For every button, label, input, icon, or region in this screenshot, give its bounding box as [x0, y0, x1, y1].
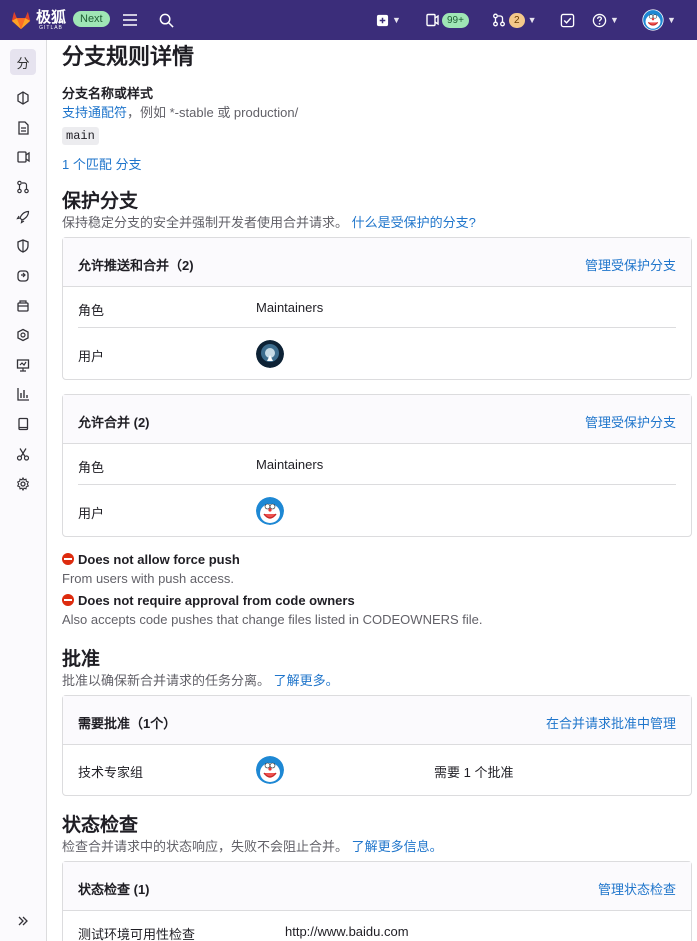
document-icon[interactable] [10, 115, 36, 141]
chevron-down-icon: ▼ [610, 15, 619, 25]
status-checks-learn-more-link[interactable]: 了解更多信息。 [352, 839, 443, 854]
codeowners-title: Does not require approval from code owne… [78, 593, 355, 608]
rocket-icon[interactable] [10, 204, 36, 230]
package-icon[interactable] [10, 293, 36, 319]
user-avatar[interactable] [256, 497, 284, 525]
expand-sidebar-icon[interactable] [10, 908, 36, 934]
protect-branch-heading: 保护分支 [62, 191, 139, 212]
wildcard-example: ，例如 *-stable 或 production/ [127, 105, 299, 120]
approvals-card: 需要批准（1个） 在合并请求批准中管理 技术专家组 需要 1 个批准 [62, 695, 692, 796]
blocked-icon [62, 594, 74, 606]
analytics-icon[interactable] [10, 352, 36, 378]
user-menu[interactable]: ▼ [642, 9, 676, 31]
top-bar: 极狐 GITLAB Next ▼ 99+ 2 ▼ ▼ ▼ [0, 0, 697, 40]
wildcard-link[interactable]: 支持通配符 [62, 105, 127, 120]
user-label: 用户 [78, 506, 105, 521]
shield-icon[interactable] [10, 233, 36, 259]
codeowners-desc: Also accepts code pushes that change fil… [62, 612, 483, 627]
merge-request-icon [493, 13, 505, 27]
issues-button[interactable]: 99+ [425, 10, 469, 30]
force-push-desc: From users with push access. [62, 571, 234, 586]
card-title: 允许合并 (2) [78, 415, 150, 430]
approval-group-name: 技术专家组 [78, 765, 144, 780]
role-value: Maintainers [256, 457, 324, 472]
approver-avatar[interactable] [256, 756, 284, 784]
logo-text: 极狐 [36, 8, 67, 26]
status-checks-desc: 检查合并请求中的状态响应，失败不会阻止合并。 了解更多信息。 [62, 836, 443, 855]
branch-name-label: 分支名称或样式 [62, 86, 154, 101]
issues-icon [426, 13, 439, 27]
deployments-icon[interactable] [10, 263, 36, 289]
approvals-learn-more-link[interactable]: 了解更多。 [274, 673, 339, 688]
user-avatar-icon [642, 9, 664, 31]
help-icon [592, 13, 607, 27]
chevron-down-icon: ▼ [392, 15, 401, 25]
logo-subtext: GITLAB [39, 24, 63, 31]
manage-protected-branches-link[interactable]: 管理受保护分支 [585, 412, 676, 431]
approvals-desc: 批准以确保新合并请求的任务分离。 了解更多。 [62, 670, 339, 689]
merge-requests-button[interactable]: 2 ▼ [492, 10, 536, 30]
gitlab-logo[interactable]: 极狐 GITLAB [10, 9, 66, 31]
search-icon[interactable] [156, 10, 176, 30]
help-button[interactable]: ▼ [592, 10, 619, 30]
user-label: 用户 [78, 349, 105, 364]
matching-branches-link[interactable]: 1 个匹配 分支 [62, 154, 141, 173]
snippets-icon[interactable] [10, 441, 36, 467]
left-sidebar: 分 [0, 40, 47, 941]
hamburger-menu-icon[interactable] [120, 10, 140, 30]
manage-approvals-link[interactable]: 在合并请求批准中管理 [546, 713, 676, 732]
allow-merge-card: 允许合并 (2) 管理受保护分支 角色 Maintainers 用户 [62, 394, 692, 537]
protected-branch-help-link[interactable]: 什么是受保护的分支? [352, 215, 476, 230]
branch-code: main [62, 127, 99, 145]
status-checks-heading: 状态检查 [62, 815, 139, 836]
manage-status-checks-link[interactable]: 管理状态检查 [598, 879, 676, 898]
fox-logo-icon [11, 11, 31, 30]
force-push-title: Does not allow force push [78, 552, 240, 567]
status-check-name: 测试环境可用性检查 [78, 927, 196, 941]
settings-gear-icon[interactable] [10, 471, 36, 497]
user-avatar[interactable] [256, 340, 284, 368]
wiki-icon[interactable] [10, 411, 36, 437]
allow-push-merge-card: 允许推送和合并（2) 管理受保护分支 角色 Maintainers 用户 [62, 237, 692, 380]
status-checks-card: 状态检查 (1) 管理状态检查 测试环境可用性检查 http://www.bai… [62, 861, 692, 941]
approvals-desc-text: 批准以确保新合并请求的任务分离。 [62, 673, 271, 688]
status-check-url: http://www.baidu.com [285, 924, 409, 939]
plus-square-icon [376, 14, 389, 26]
merge-request-icon[interactable] [10, 174, 36, 200]
force-push-status: Does not allow force push [62, 552, 240, 567]
role-label: 角色 [78, 303, 105, 318]
sidebar-project-avatar[interactable]: 分 [10, 49, 36, 75]
mr-count-badge: 2 [509, 12, 525, 28]
issues-icon[interactable] [10, 144, 36, 170]
blocked-icon [62, 553, 74, 565]
next-badge[interactable]: Next [73, 11, 110, 27]
chart-icon[interactable] [10, 381, 36, 407]
approvals-heading: 批准 [62, 649, 101, 670]
pin-icon[interactable] [10, 85, 36, 111]
divider [78, 484, 676, 485]
monitor-icon[interactable] [10, 322, 36, 348]
chevron-down-icon: ▼ [667, 15, 676, 25]
todo-icon[interactable] [557, 10, 577, 30]
approvals-required: 需要 1 个批准 [434, 765, 514, 780]
status-checks-desc-text: 检查合并请求中的状态响应，失败不会阻止合并。 [62, 839, 349, 854]
create-new-button[interactable]: ▼ [376, 10, 401, 30]
protect-desc-text: 保持稳定分支的安全并强制开发者使用合并请求。 [62, 215, 349, 230]
chevron-down-icon: ▼ [527, 15, 537, 25]
card-title: 状态检查 (1) [78, 882, 150, 897]
divider [78, 327, 676, 328]
role-label: 角色 [78, 460, 105, 475]
protect-branch-desc: 保持稳定分支的安全并强制开发者使用合并请求。 什么是受保护的分支? [62, 212, 476, 231]
manage-protected-branches-link[interactable]: 管理受保护分支 [585, 255, 676, 274]
wildcard-hint: 支持通配符，例如 *-stable 或 production/ [62, 102, 298, 121]
role-value: Maintainers [256, 300, 324, 315]
codeowners-status: Does not require approval from code owne… [62, 593, 355, 608]
issues-count-badge: 99+ [442, 12, 469, 28]
page-title: 分支规则详情 [62, 44, 195, 69]
card-title: 允许推送和合并（2) [78, 258, 194, 273]
card-title: 需要批准（1个） [78, 716, 177, 731]
